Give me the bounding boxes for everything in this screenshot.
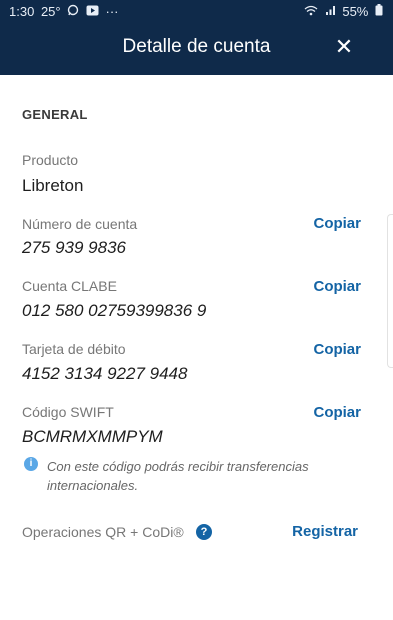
wifi-icon bbox=[304, 4, 322, 19]
swift-label: Código SWIFT bbox=[22, 404, 114, 420]
more-dots-icon: ··· bbox=[105, 4, 119, 19]
copy-debit-card-button[interactable]: Copiar bbox=[313, 341, 361, 358]
whatsapp-icon bbox=[67, 4, 83, 19]
account-number-value: 275 939 9836 bbox=[22, 238, 126, 257]
debit-card-value: 4152 3134 9227 9448 bbox=[22, 364, 188, 383]
media-icon bbox=[86, 4, 103, 19]
side-panel-edge bbox=[387, 214, 393, 368]
clabe-value: 012 580 02759399836 9 bbox=[22, 301, 207, 320]
debit-card-label: Tarjeta de débito bbox=[22, 341, 126, 357]
swift-value: BCMRMXMMPYM bbox=[22, 427, 163, 446]
status-bar: 1:30 25° ··· 55% bbox=[0, 0, 393, 22]
app-header: 1:30 25° ··· 55% Detalle de cuenta ✕ bbox=[0, 0, 393, 75]
account-number-label: Número de cuenta bbox=[22, 216, 138, 232]
status-left: 1:30 25° ··· bbox=[9, 4, 121, 19]
product-value: Libreton bbox=[22, 176, 84, 195]
battery-level: 55% bbox=[342, 4, 369, 19]
register-button[interactable]: Registrar bbox=[292, 523, 358, 540]
close-icon[interactable]: ✕ bbox=[331, 34, 357, 60]
signal-icon bbox=[325, 4, 340, 19]
copy-swift-button[interactable]: Copiar bbox=[313, 404, 361, 421]
status-right: 55% bbox=[301, 4, 383, 19]
copy-clabe-button[interactable]: Copiar bbox=[313, 278, 361, 295]
swift-info-text: Con este código podrás recibir transfere… bbox=[47, 459, 309, 493]
battery-icon bbox=[375, 4, 383, 19]
info-icon: i bbox=[24, 457, 38, 471]
qr-codi-label: Operaciones QR + CoDi® bbox=[22, 524, 184, 540]
section-title: GENERAL bbox=[22, 107, 88, 122]
copy-account-number-button[interactable]: Copiar bbox=[313, 215, 361, 232]
status-temperature: 25° bbox=[40, 4, 61, 19]
help-icon[interactable]: ? bbox=[196, 524, 212, 540]
status-time: 1:30 bbox=[9, 4, 35, 19]
product-label: Producto bbox=[22, 152, 79, 168]
clabe-label: Cuenta CLABE bbox=[22, 278, 117, 294]
